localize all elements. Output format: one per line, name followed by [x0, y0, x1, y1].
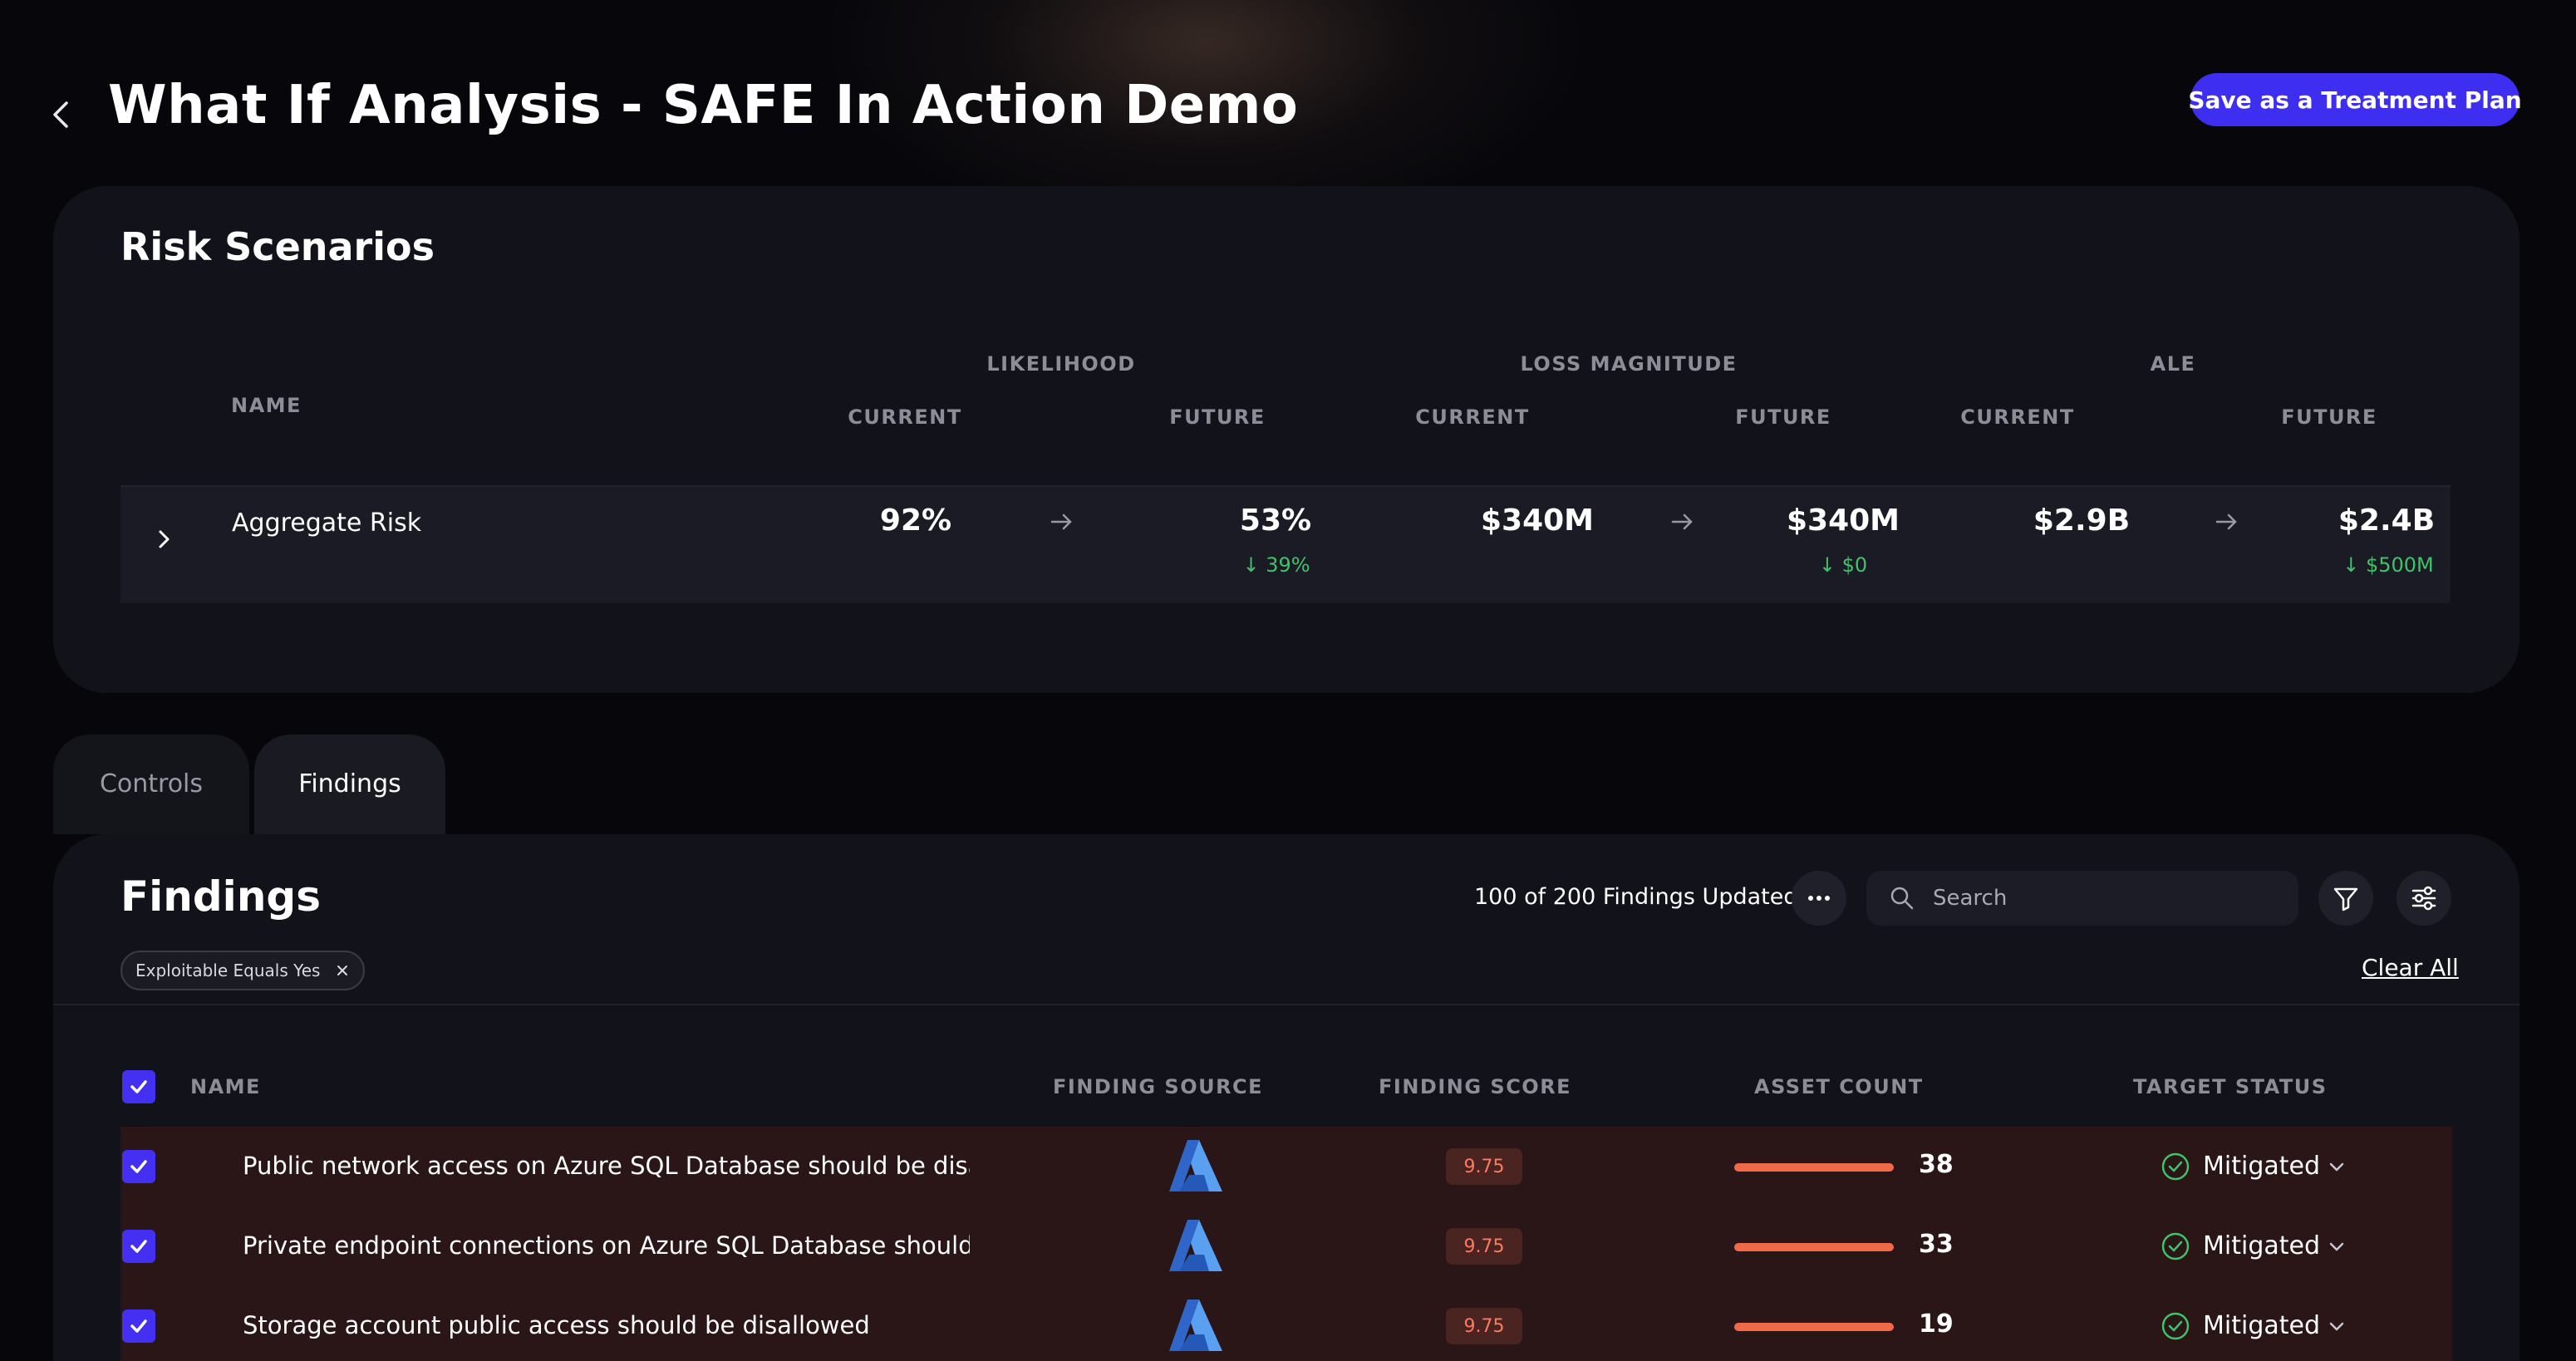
target-status-select[interactable]: Mitigated: [2203, 1311, 2320, 1340]
search-input[interactable]: [1933, 881, 2282, 916]
asset-count-value: 38: [1919, 1150, 1954, 1179]
col-finding-source-header: FINDING SOURCE: [1053, 1075, 1264, 1098]
filter-icon: [2333, 887, 2358, 911]
chevron-down-icon[interactable]: [2328, 1240, 2346, 1255]
findings-panel: Findings 100 of 200 Findings Updated Exp…: [53, 834, 2519, 1361]
loss-delta: ↓ $0: [1818, 553, 1868, 577]
clear-all-link[interactable]: Clear All: [2362, 954, 2459, 981]
col-name-header: NAME: [231, 394, 302, 417]
finding-score-badge: 9.75: [1446, 1308, 1522, 1344]
ale-header: ALE: [2150, 352, 2196, 376]
target-status-select[interactable]: Mitigated: [2203, 1152, 2320, 1181]
close-icon[interactable]: [335, 963, 350, 978]
arrow-right-icon: [1050, 513, 1072, 530]
table-row[interactable]: Storage account public access should be …: [120, 1286, 2452, 1361]
asset-count-bar-fill: [1734, 1163, 1894, 1172]
aggregate-risk-name: Aggregate Risk: [232, 509, 422, 538]
checkmark-icon: [130, 1080, 147, 1093]
col-asset-count-header: ASSET COUNT: [1754, 1075, 1924, 1098]
azure-icon: [1169, 1140, 1222, 1191]
ale-current-header: CURRENT: [1960, 405, 2075, 429]
findings-title: Findings: [120, 872, 321, 921]
ale-future-value: $2.4B: [2338, 504, 2436, 538]
checkmark-icon: [130, 1160, 147, 1173]
tab-controls[interactable]: Controls: [53, 735, 249, 834]
row-checkbox[interactable]: [122, 1150, 155, 1183]
likelihood-future-value: 53%: [1239, 504, 1312, 538]
col-target-status-header: TARGET STATUS: [2133, 1075, 2328, 1098]
col-finding-score-header: FINDING SCORE: [1379, 1075, 1572, 1098]
row-checkbox[interactable]: [122, 1309, 155, 1343]
loss-current-value: $340M: [1480, 504, 1595, 538]
search-icon: [1890, 887, 1914, 910]
check-circle-icon: [2161, 1312, 2190, 1340]
tab-findings[interactable]: Findings: [254, 735, 445, 834]
aggregate-risk-row[interactable]: Aggregate Risk 92% 53% ↓ 39% $340M $340M…: [120, 485, 2451, 603]
expand-row-button[interactable]: [154, 525, 174, 553]
loss-magnitude-header: LOSS MAGNITUDE: [1520, 352, 1738, 376]
chevron-left-icon: [53, 101, 68, 128]
likelihood-header: LIKELIHOOD: [986, 352, 1136, 376]
chevron-right-icon: [159, 530, 170, 548]
more-options-button[interactable]: [1792, 871, 1846, 926]
finding-score-badge: 9.75: [1446, 1148, 1522, 1185]
filter-chip: Exploitable Equals Yes: [120, 951, 366, 990]
target-status-select[interactable]: Mitigated: [2203, 1231, 2320, 1260]
asset-count-bar: [1734, 1163, 1894, 1172]
ale-current-value: $2.9B: [2033, 504, 2131, 538]
likelihood-current-header: CURRENT: [848, 405, 962, 429]
loss-future-value: $340M: [1786, 504, 1900, 538]
save-treatment-plan-button[interactable]: Save as a Treatment Plan: [2188, 73, 2522, 126]
table-row[interactable]: Private endpoint connections on Azure SQ…: [120, 1206, 2452, 1286]
asset-count-value: 19: [1919, 1309, 1954, 1339]
asset-count-bar-fill: [1734, 1323, 1894, 1331]
search-box[interactable]: [1866, 871, 2298, 926]
asset-count-bar: [1734, 1323, 1894, 1331]
divider: [53, 1004, 2519, 1005]
loss-current-header: CURRENT: [1415, 405, 1530, 429]
azure-icon: [1169, 1300, 1222, 1351]
page-title: What If Analysis - SAFE In Action Demo: [108, 75, 1299, 136]
finding-score-badge: 9.75: [1446, 1228, 1522, 1265]
ellipsis-icon: [1808, 896, 1830, 901]
chevron-down-icon[interactable]: [2328, 1160, 2346, 1175]
arrow-right-icon: [1671, 513, 1693, 530]
back-button[interactable]: [47, 93, 76, 136]
azure-icon: [1169, 1220, 1222, 1271]
findings-updated-count: 100 of 200 Findings Updated: [1474, 884, 1798, 910]
asset-count-value: 33: [1919, 1230, 1954, 1259]
finding-name: Storage account public access should be …: [243, 1311, 870, 1339]
likelihood-delta: ↓ 39%: [1242, 553, 1310, 577]
ale-delta: ↓ $500M: [2342, 553, 2434, 577]
row-checkbox[interactable]: [122, 1230, 155, 1263]
finding-name: Public network access on Azure SQL Datab…: [243, 1152, 970, 1180]
select-all-checkbox[interactable]: [122, 1070, 155, 1103]
asset-count-bar-fill: [1734, 1243, 1894, 1251]
check-circle-icon: [2161, 1152, 2190, 1181]
sliders-icon: [2411, 886, 2436, 911]
checkmark-icon: [130, 1319, 147, 1333]
check-circle-icon: [2161, 1232, 2190, 1260]
loss-future-header: FUTURE: [1735, 405, 1831, 429]
risk-scenarios-panel: Risk Scenarios NAME LIKELIHOOD LOSS MAGN…: [53, 186, 2519, 693]
likelihood-current-value: 92%: [879, 504, 952, 538]
filter-button[interactable]: [2318, 871, 2373, 926]
col-name-header: NAME: [190, 1075, 261, 1098]
table-row[interactable]: Public network access on Azure SQL Datab…: [120, 1127, 2452, 1206]
checkmark-icon: [130, 1240, 147, 1253]
likelihood-future-header: FUTURE: [1169, 405, 1266, 429]
arrow-right-icon: [2215, 513, 2237, 530]
column-settings-button[interactable]: [2397, 871, 2451, 926]
chevron-down-icon[interactable]: [2328, 1319, 2346, 1334]
risk-scenarios-title: Risk Scenarios: [120, 224, 435, 269]
filter-chip-label: Exploitable Equals Yes: [135, 961, 321, 980]
asset-count-bar: [1734, 1243, 1894, 1251]
ale-future-header: FUTURE: [2281, 405, 2377, 429]
finding-name: Private endpoint connections on Azure SQ…: [243, 1231, 970, 1260]
